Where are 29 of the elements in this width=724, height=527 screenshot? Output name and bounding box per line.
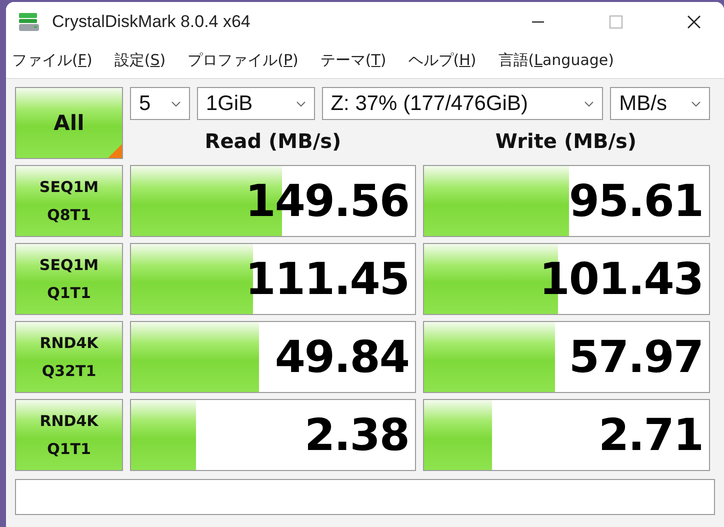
result-value: 2.38 <box>304 410 409 460</box>
result-value: 2.71 <box>598 410 703 460</box>
dropdown[interactable]: 5 <box>130 87 190 120</box>
menu-item[interactable]: ファイル(F) <box>12 50 92 70</box>
chevron-icon <box>584 100 594 106</box>
menu-item[interactable]: 言語(Language) <box>498 50 614 70</box>
dropdown[interactable]: MB/s <box>610 87 710 120</box>
result-value: 57.97 <box>568 332 703 382</box>
menu-item[interactable]: ヘルプ(H) <box>408 50 476 70</box>
test-button[interactable]: RND4K Q1T1 <box>15 399 123 471</box>
test-button[interactable]: SEQ1M Q1T1 <box>15 243 123 315</box>
window-title: CrystalDiskMark 8.0.4 x64 <box>52 12 252 32</box>
all-button[interactable]: All <box>15 87 123 159</box>
test-button[interactable]: RND4K Q32T1 <box>15 321 123 393</box>
app-icon <box>18 11 40 33</box>
result-value: 95.61 <box>568 176 703 226</box>
chevron-icon <box>296 100 306 106</box>
dropdown[interactable]: Z: 37% (177/476GiB) <box>322 87 604 120</box>
menu-item[interactable]: テーマ(T) <box>320 50 386 70</box>
close-icon[interactable] <box>686 14 702 30</box>
result-value: 49.84 <box>274 332 409 382</box>
chevron-icon <box>690 100 701 106</box>
menu-item[interactable]: プロファイル(P) <box>188 50 298 70</box>
dropdown[interactable]: 1GiB <box>196 87 315 120</box>
test-button[interactable]: SEQ1M Q8T1 <box>15 165 123 237</box>
chevron-icon <box>170 100 181 106</box>
menu-item[interactable]: 設定(S) <box>114 50 166 70</box>
column-header: Read (MB/s) <box>204 128 342 155</box>
column-header: Write (MB/s) <box>494 128 638 155</box>
